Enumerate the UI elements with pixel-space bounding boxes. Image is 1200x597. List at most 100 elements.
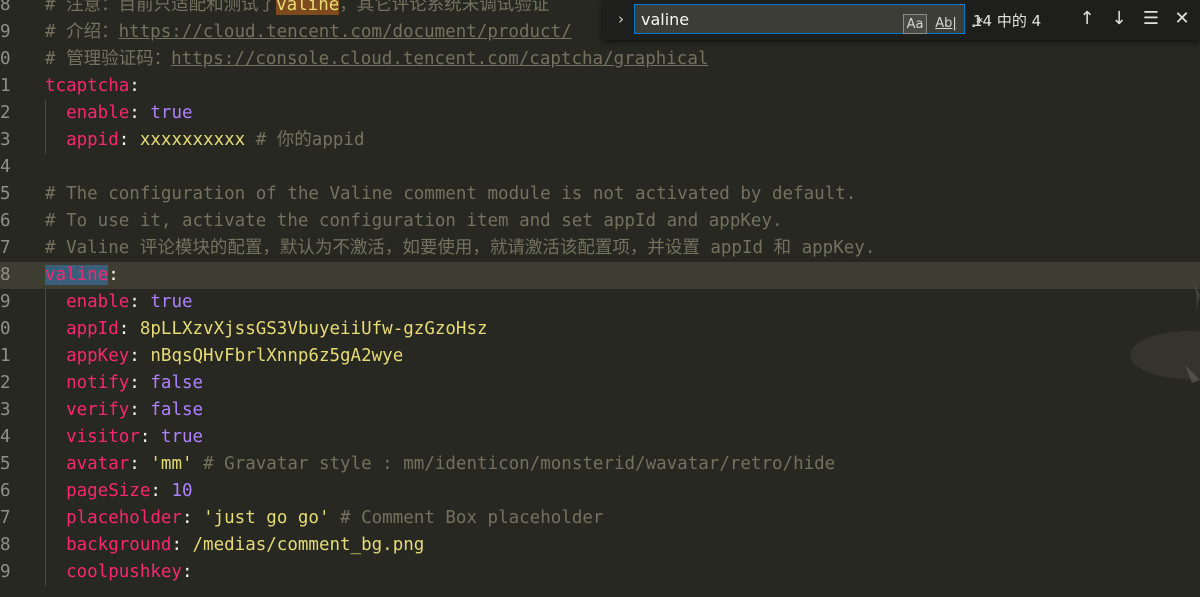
line-number: 1 [0, 76, 11, 96]
whole-word-button[interactable]: Ab| [934, 14, 958, 34]
code-line[interactable]: 1 tcaptcha: [0, 73, 1200, 100]
line-number: 2 [0, 373, 11, 393]
code-line[interactable]: 3 appid: xxxxxxxxxx # 你的appid [0, 127, 1200, 154]
code-line[interactable]: 5 avatar: 'mm' # Gravatar style : mm/ide… [0, 451, 1200, 478]
code-text: enable: true [45, 100, 192, 127]
code-line[interactable]: 2 enable: true [0, 100, 1200, 127]
code-token: # 你的appid [245, 130, 365, 150]
code-text: background: /medias/comment_bg.png [45, 532, 424, 559]
code-token: valine [276, 0, 340, 15]
code-token: placeholder [66, 508, 182, 528]
code-text: valine: [45, 262, 119, 289]
code-text: tcaptcha: [45, 73, 140, 100]
code-line[interactable]: 6 pageSize: 10 [0, 478, 1200, 505]
line-number: 4 [0, 157, 11, 177]
code-token: # To use it, activate the configuration … [45, 211, 783, 231]
code-line[interactable]: 8 background: /medias/comment_bg.png [0, 532, 1200, 559]
line-number: 0 [0, 319, 11, 339]
chevron-right-icon[interactable]: › [613, 10, 629, 28]
code-token: : [129, 103, 151, 123]
match-count: 14 中的 4 [973, 12, 1042, 30]
line-number: 1 [0, 346, 11, 366]
code-text: # 管理验证码：https://console.cloud.tencent.co… [45, 46, 708, 73]
code-line[interactable]: 5 # The configuration of the Valine comme… [0, 181, 1200, 208]
code-line[interactable]: 7 placeholder: 'just go go' # Comment Bo… [0, 505, 1200, 532]
arrow-up-icon[interactable]: ↑ [1075, 6, 1099, 32]
code-token: : [181, 562, 193, 582]
find-in-selection-icon[interactable]: ☰ [1139, 6, 1163, 32]
code-token: : [181, 508, 204, 528]
line-number: 5 [0, 454, 11, 474]
code-line[interactable]: 0 appId: 8pLLXzvXjssGS3VbuyeiiUfw-gzGzoH… [0, 316, 1200, 343]
code-token: true [150, 292, 193, 312]
code-text: # 注意：目前只适配和测试了valine，其它评论系统未调试验证 [45, 0, 549, 19]
code-token: : [171, 535, 193, 555]
background-decoration [1130, 275, 1200, 383]
match-case-button[interactable]: Aa [903, 14, 927, 34]
code-editor[interactable]: 8 # 注意：目前只适配和测试了valine，其它评论系统未调试验证 9 # 介绍：h… [0, 0, 1200, 597]
code-line[interactable]: 4 visitor: true [0, 424, 1200, 451]
code-token: : [129, 346, 151, 366]
code-line[interactable]: 2 notify: false [0, 370, 1200, 397]
code-token: xxxxxxxxxx [139, 130, 246, 150]
line-number: 9 [0, 562, 11, 582]
line-number: 3 [0, 400, 11, 420]
code-token: : [129, 76, 140, 96]
code-line[interactable]: 6 # To use it, activate the configuration… [0, 208, 1200, 235]
code-line[interactable]: 0 # 管理验证码：https://console.cloud.tencent.c… [0, 46, 1200, 73]
code-token: https://console.cloud.tencent.com/captch… [171, 49, 709, 69]
code-text: enable: true [45, 289, 193, 316]
code-token: # 管理验证码： [45, 49, 172, 69]
code-token: : [118, 130, 140, 150]
code-token: false [150, 400, 204, 420]
code-text: # Valine 评论模块的配置，默认为不激活，如要使用，就请激活该配置项，并设… [45, 235, 875, 262]
code-line[interactable]: 9 coolpushkey: [0, 559, 1200, 586]
code-token: pageSize [66, 481, 151, 501]
code-text: appid: xxxxxxxxxx # 你的appid [45, 127, 365, 154]
line-number: 4 [0, 427, 11, 447]
code-token: 10 [171, 481, 193, 501]
code-token: appid [66, 130, 119, 150]
code-token: : [129, 454, 151, 474]
code-line[interactable]: 3 verify: false [0, 397, 1200, 424]
code-token: 8pLLXzvXjssGS3VbuyeiiUfw-gzGzoHsz [139, 319, 488, 339]
code-token: # Gravatar style : mm/identicon/monsteri… [192, 454, 836, 474]
code-text: visitor: true [45, 424, 203, 451]
code-line[interactable]: 7 # Valine 评论模块的配置，默认为不激活，如要使用，就请激活该配置项，并… [0, 235, 1200, 262]
close-icon[interactable]: ✕ [1170, 6, 1194, 32]
code-token: : [139, 427, 161, 447]
line-number: 9 [0, 292, 11, 312]
code-token: enable [66, 292, 130, 312]
code-line[interactable]: 9 enable: true [0, 289, 1200, 316]
code-text: # 介绍：https://cloud.tencent.com/document/… [45, 19, 572, 46]
find-query[interactable]: valine [641, 10, 689, 29]
code-token: notify [66, 373, 130, 393]
code-token: enable [66, 103, 130, 123]
line-number: 6 [0, 211, 11, 231]
code-line[interactable]: 8 valine: [0, 262, 1200, 289]
code-token: : [108, 265, 119, 285]
code-token: true [160, 427, 204, 447]
code-token: appId [66, 319, 119, 339]
code-token: : [150, 481, 172, 501]
find-input[interactable]: valine Aa Ab| .* [634, 4, 983, 34]
code-token: background [66, 535, 172, 555]
code-line[interactable]: 4 [0, 154, 1200, 181]
code-token: appKey [66, 346, 130, 366]
code-token: ，其它评论系统未调试验证 [339, 0, 550, 15]
line-number: 8 [0, 535, 11, 555]
code-token: # Valine 评论模块的配置，默认为不激活，如要使用，就请激活该配置项，并设… [45, 238, 876, 258]
code-token: verify [66, 400, 130, 420]
code-token: 'mm' [150, 454, 193, 474]
code-text: pageSize: 10 [45, 478, 193, 505]
code-text: # To use it, activate the configuration … [45, 208, 783, 235]
arrow-down-icon[interactable]: ↓ [1107, 6, 1131, 32]
code-line[interactable]: 1 appKey: nBqsQHvFbrlXnnp6z5gA2wye [0, 343, 1200, 370]
